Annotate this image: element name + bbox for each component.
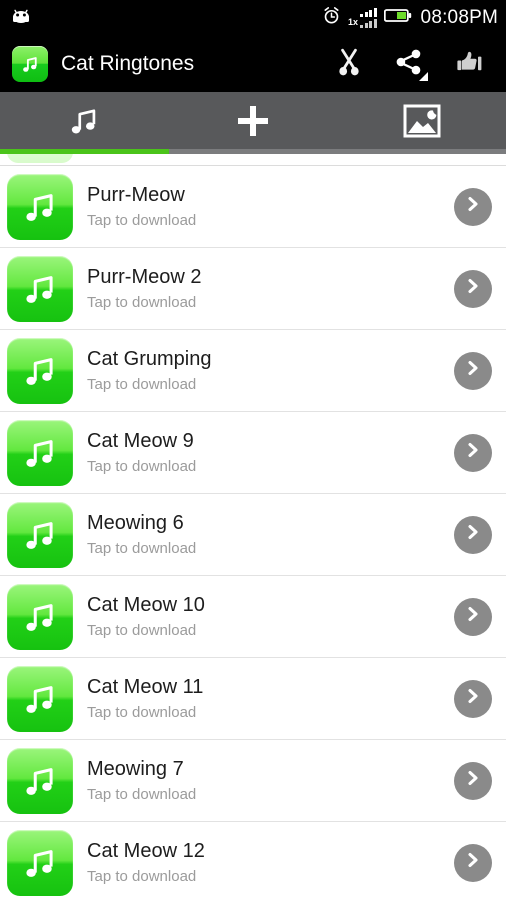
list-item-open-button[interactable] [454, 515, 492, 554]
chevron-right-icon [465, 769, 481, 792]
signal-type-label: 1x [348, 17, 359, 27]
scissors-icon [334, 47, 364, 82]
chevron-right-icon [465, 277, 481, 300]
list-item-open-button[interactable] [454, 679, 492, 718]
list-item[interactable]: Cat Grumping Tap to download [0, 329, 506, 411]
list-item-open-button[interactable] [454, 597, 492, 636]
ringtone-music-note-icon [7, 173, 73, 240]
battery-icon [383, 8, 412, 28]
list-item-title: Cat Meow 12 [87, 840, 205, 862]
action-bar-buttons [326, 41, 496, 87]
ringtone-music-note-icon [7, 747, 73, 814]
list-item-title: Cat Meow 10 [87, 594, 205, 616]
status-bar-clock: 08:08PM [420, 7, 498, 28]
list-item-text: Cat Meow 9 Tap to download [87, 430, 446, 475]
thumbs-up-icon [455, 49, 483, 80]
app-root: 1x 08:08PM Cat Ringtones Purr-Meow Tap t… [0, 0, 506, 900]
list-item[interactable]: Cat Meow 11 Tap to download [0, 657, 506, 739]
list-item-text: Cat Meow 10 Tap to download [87, 594, 446, 639]
list-item-title: Cat Grumping [87, 348, 212, 370]
share-button[interactable] [386, 41, 432, 87]
list-item-subtitle: Tap to download [87, 294, 197, 311]
list-item-subtitle: Tap to download [87, 868, 197, 885]
list-item-title: Meowing 7 [87, 758, 184, 780]
status-bar-notifications [10, 8, 32, 29]
list-item-title: Purr-Meow [87, 184, 185, 206]
list-item-open-button[interactable] [454, 269, 492, 308]
music-note-app-icon [12, 46, 48, 82]
list-item-text: Purr-Meow Tap to download [87, 184, 446, 229]
signal-bars-icon: 1x [348, 8, 377, 28]
chevron-right-icon [465, 605, 481, 628]
list-item[interactable]: Cat Meow 12 Tap to download [0, 821, 506, 900]
music-note-icon [67, 103, 101, 144]
tab-add[interactable] [169, 92, 338, 154]
list-item[interactable]: Purr-Meow Tap to download [0, 165, 506, 247]
ringtone-music-note-icon [7, 337, 73, 404]
action-bar: Cat Ringtones [0, 36, 506, 92]
list-item-title: Cat Meow 11 [87, 676, 204, 698]
list-item-title: Meowing 6 [87, 512, 184, 534]
list-item-text: Purr-Meow 2 Tap to download [87, 266, 446, 311]
status-bar: 1x 08:08PM [0, 0, 506, 36]
list-item-open-button[interactable] [454, 433, 492, 472]
ringtone-music-note-icon [7, 501, 73, 568]
ringtone-music-note-icon [7, 583, 73, 650]
chevron-right-icon [465, 851, 481, 874]
list-item[interactable]: Cat Meow 10 Tap to download [0, 575, 506, 657]
chevron-right-icon [465, 441, 481, 464]
list-item-text: Cat Meow 11 Tap to download [87, 676, 446, 721]
trim-button[interactable] [326, 41, 372, 87]
ringtone-music-note-icon [7, 419, 73, 486]
chevron-right-icon [465, 195, 481, 218]
list-item-open-button[interactable] [454, 187, 492, 226]
list-item-subtitle: Tap to download [87, 786, 197, 803]
chevron-right-icon [465, 687, 481, 710]
list-item[interactable]: Meowing 6 Tap to download [0, 493, 506, 575]
list-item-subtitle: Tap to download [87, 622, 197, 639]
list-item-text: Cat Grumping Tap to download [87, 348, 446, 393]
list-item[interactable]: Cat Meow 9 Tap to download [0, 411, 506, 493]
alarm-clock-icon [322, 6, 341, 30]
image-icon [402, 103, 442, 144]
list-item-subtitle: Tap to download [87, 376, 197, 393]
tab-indicator [337, 149, 506, 154]
list-item[interactable]: Meowing 7 Tap to download [0, 739, 506, 821]
list-item-subtitle: Tap to download [87, 212, 197, 229]
share-dropdown-caret-icon [419, 72, 428, 81]
list-item-open-button[interactable] [454, 843, 492, 882]
android-robot-icon [10, 8, 32, 29]
tab-ringtones[interactable] [0, 92, 169, 154]
list-item-title: Cat Meow 9 [87, 430, 194, 452]
tab-active-indicator [0, 149, 169, 154]
list-item-subtitle: Tap to download [87, 458, 197, 475]
page-title: Cat Ringtones [61, 52, 195, 75]
list-item-subtitle: Tap to download [87, 540, 197, 557]
list-item[interactable]: Purr-Meow 2 Tap to download [0, 247, 506, 329]
ringtone-music-note-icon [7, 255, 73, 322]
list-item-text: Meowing 6 Tap to download [87, 512, 446, 557]
status-bar-system-icons: 1x 08:08PM [322, 6, 498, 30]
chevron-right-icon [465, 523, 481, 546]
tab-indicator [169, 149, 338, 154]
list-item-open-button[interactable] [454, 351, 492, 390]
ringtone-music-note-icon [7, 665, 73, 732]
tab-bar [0, 92, 506, 154]
list-item-text: Meowing 7 Tap to download [87, 758, 446, 803]
list-item-title: Purr-Meow 2 [87, 266, 202, 288]
tab-wallpapers[interactable] [337, 92, 506, 154]
rate-button[interactable] [446, 41, 492, 87]
ringtone-music-note-icon [7, 829, 73, 896]
music-note-icon [7, 154, 73, 163]
list-item-subtitle: Tap to download [87, 704, 197, 721]
chevron-right-icon [465, 359, 481, 382]
list-item-text: Cat Meow 12 Tap to download [87, 840, 446, 885]
plus-icon [232, 100, 274, 147]
list-item-partial-above [0, 154, 506, 165]
ringtone-list[interactable]: Purr-Meow Tap to download Purr-Meow 2 Ta… [0, 154, 506, 900]
list-item-open-button[interactable] [454, 761, 492, 800]
